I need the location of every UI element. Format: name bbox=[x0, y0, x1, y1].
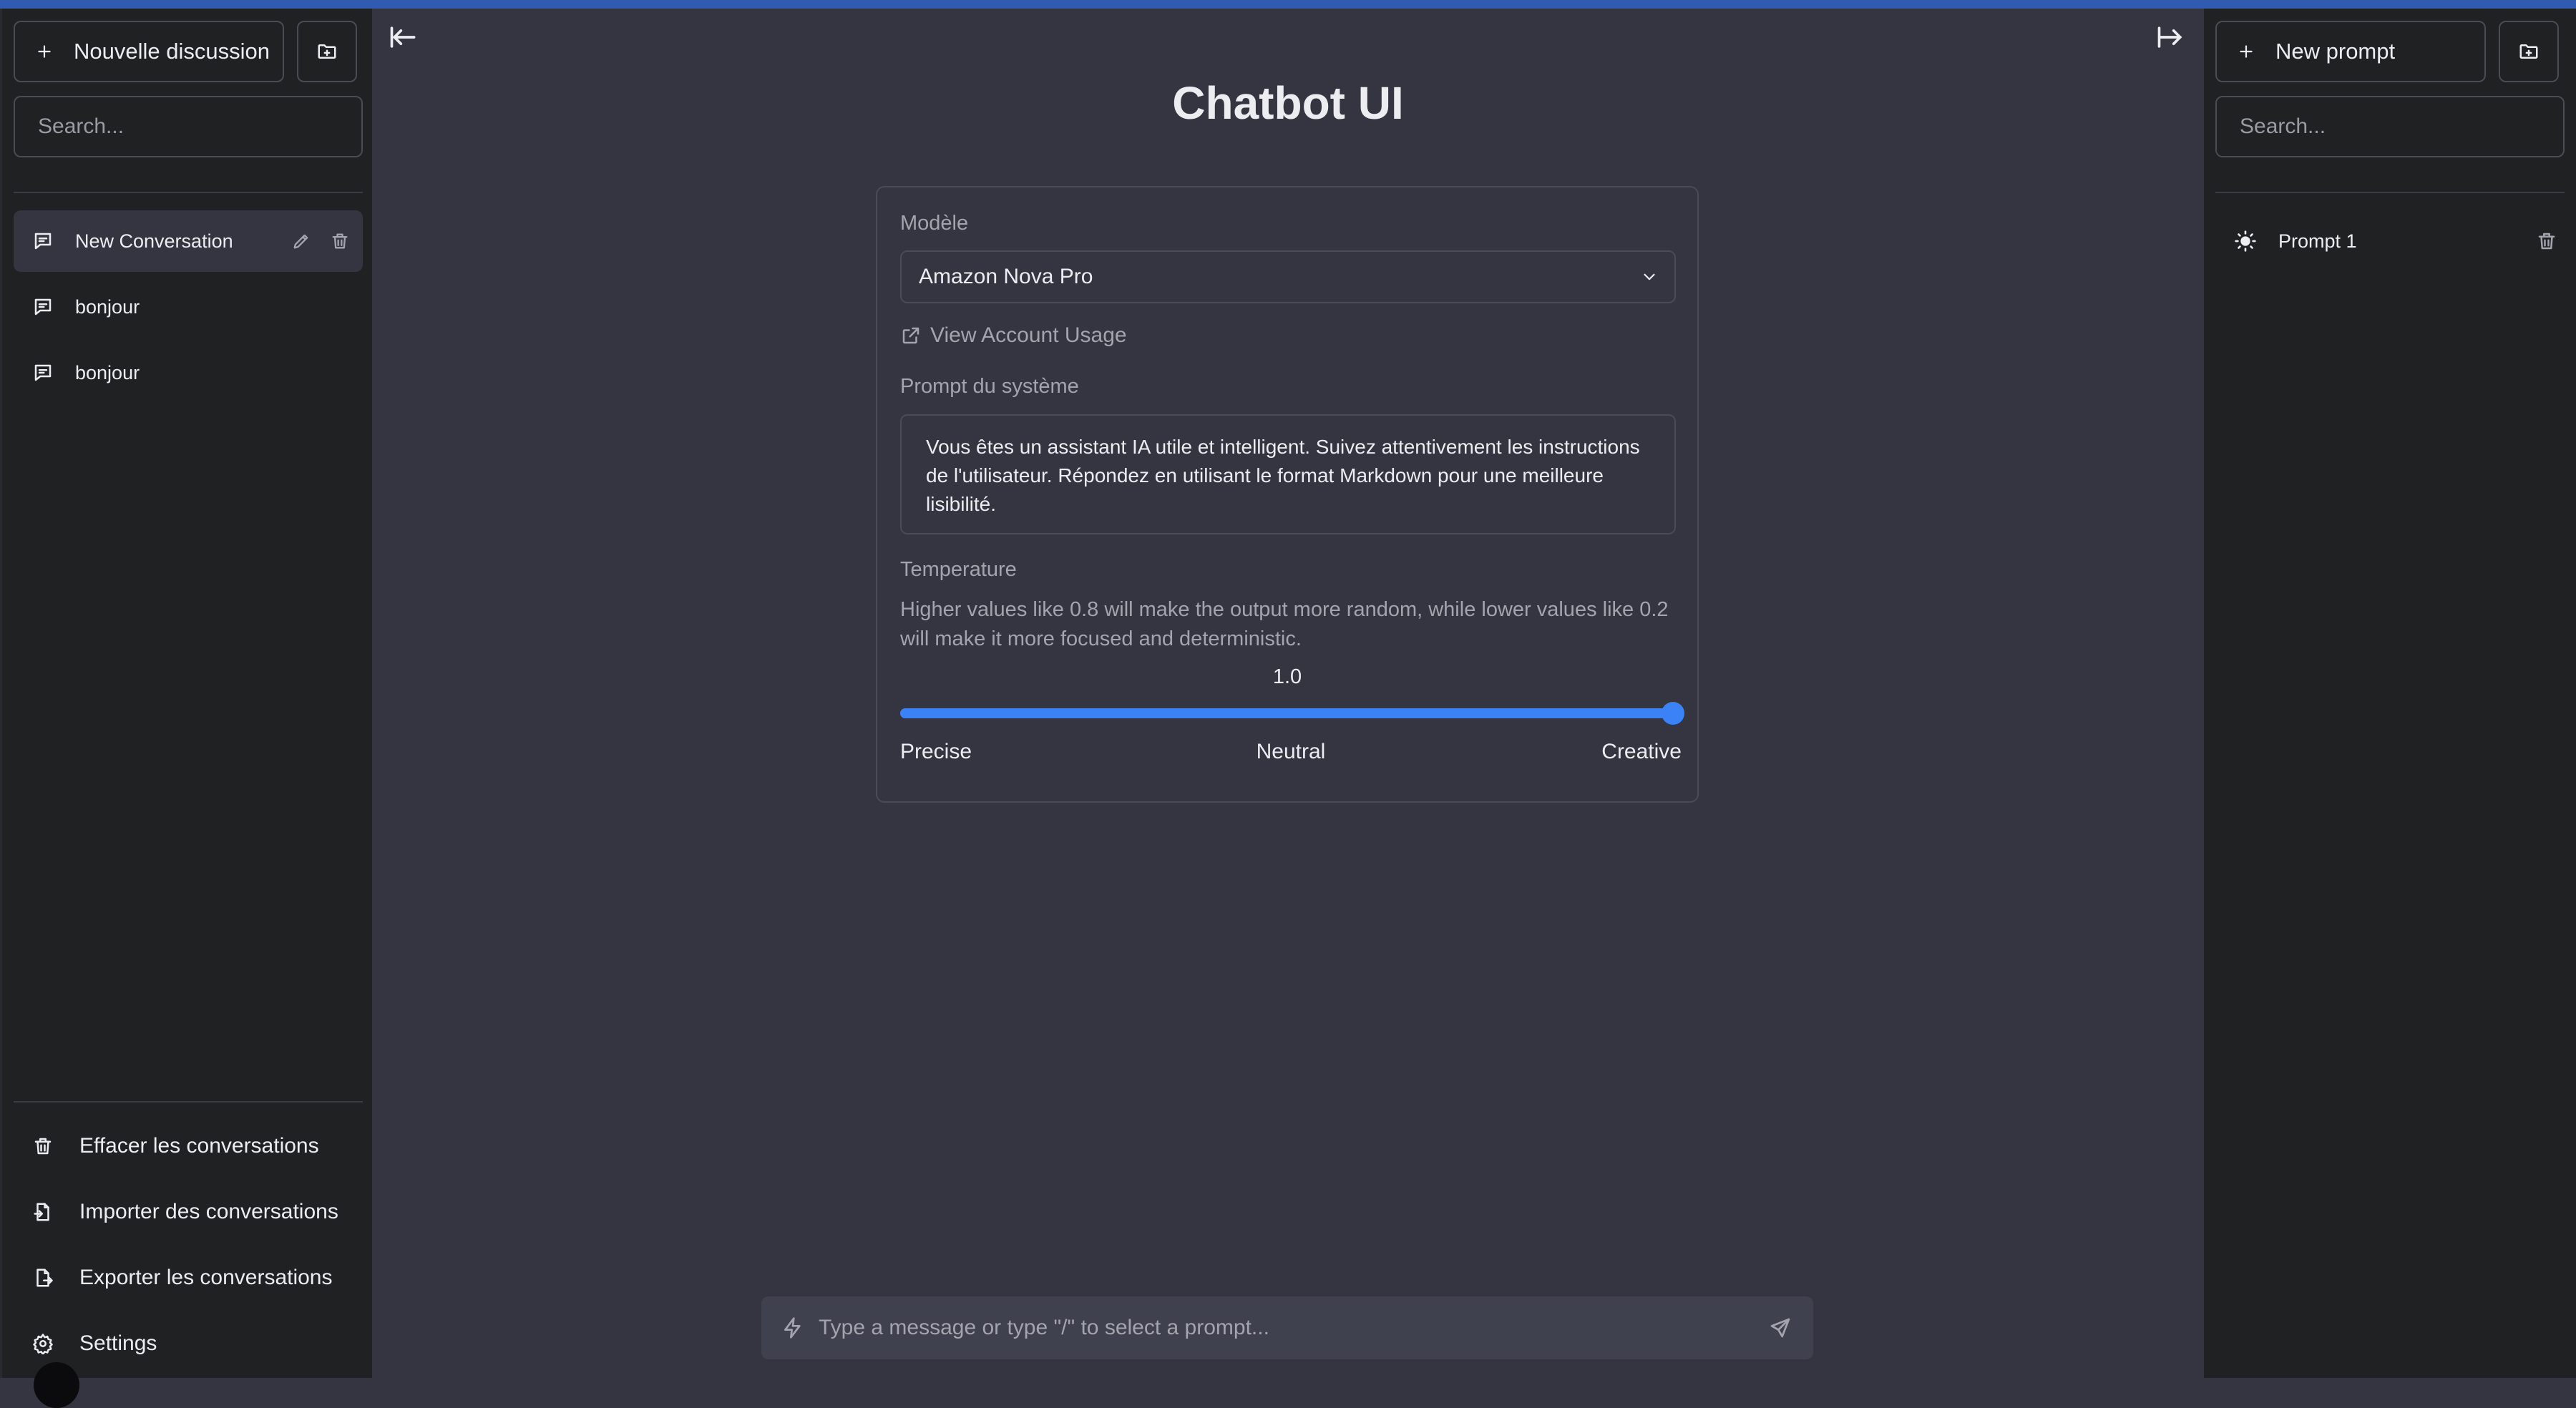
avatar[interactable] bbox=[34, 1362, 79, 1408]
send-icon[interactable] bbox=[1769, 1316, 1792, 1339]
scale-label-precise: Precise bbox=[900, 740, 972, 763]
window-top-bar bbox=[0, 0, 2576, 9]
export-conversations-button[interactable]: Exporter les conversations bbox=[14, 1247, 363, 1309]
divider bbox=[2215, 192, 2565, 193]
conversation-list: New Conversation bonjour bonjour bbox=[14, 210, 363, 408]
chat-main: Chatbot UI Modèle Amazon Nova Pro View A… bbox=[372, 9, 2204, 1378]
lightning-icon[interactable] bbox=[781, 1316, 804, 1339]
system-prompt-textarea[interactable]: Vous êtes un assistant IA utile et intel… bbox=[900, 414, 1676, 534]
new-conversation-button[interactable]: Nouvelle discussion bbox=[14, 21, 284, 82]
model-settings-card: Modèle Amazon Nova Pro View Account Usag… bbox=[876, 186, 1699, 803]
prompt-label: Prompt 1 bbox=[2278, 230, 2357, 252]
scale-label-creative: Creative bbox=[1601, 740, 1682, 763]
collapse-right-sidebar-icon[interactable] bbox=[2155, 21, 2187, 53]
message-icon bbox=[32, 230, 54, 252]
external-link-icon bbox=[900, 325, 922, 346]
file-export-icon bbox=[32, 1267, 54, 1289]
clear-conversations-button[interactable]: Effacer les conversations bbox=[14, 1115, 363, 1177]
divider bbox=[14, 192, 363, 193]
settings-label: Settings bbox=[79, 1331, 157, 1355]
plus-icon bbox=[2237, 42, 2255, 61]
temperature-slider-fill bbox=[900, 708, 1676, 718]
file-import-icon bbox=[32, 1201, 54, 1223]
conversation-item[interactable]: bonjour bbox=[14, 276, 363, 338]
temperature-value: 1.0 bbox=[1272, 665, 1302, 688]
export-conversations-label: Exporter les conversations bbox=[79, 1266, 333, 1289]
pencil-icon[interactable] bbox=[291, 231, 311, 251]
lightbulb-icon bbox=[2234, 230, 2257, 253]
view-account-usage-link[interactable]: View Account Usage bbox=[900, 323, 1127, 348]
trash-icon[interactable] bbox=[330, 231, 350, 251]
chat-input-bar bbox=[761, 1296, 1813, 1359]
model-selected-value: Amazon Nova Pro bbox=[919, 265, 1093, 288]
conversation-actions bbox=[291, 231, 350, 251]
message-icon bbox=[32, 362, 54, 383]
system-prompt-label: Prompt du système bbox=[900, 375, 1079, 398]
trash-icon[interactable] bbox=[2536, 230, 2557, 252]
model-label: Modèle bbox=[900, 212, 969, 235]
app: Nouvelle discussion New Conversation bbox=[0, 9, 2576, 1408]
prompt-sidebar: New prompt Prompt 1 bbox=[2204, 9, 2576, 1378]
prompt-search-input[interactable] bbox=[2215, 96, 2565, 157]
conversation-label: New Conversation bbox=[75, 230, 233, 252]
message-icon bbox=[32, 296, 54, 318]
folder-plus-icon bbox=[316, 41, 338, 62]
new-prompt-folder-button[interactable] bbox=[2499, 21, 2559, 82]
prompt-item[interactable]: Prompt 1 bbox=[2215, 210, 2565, 272]
conversation-sidebar: Nouvelle discussion New Conversation bbox=[0, 9, 372, 1408]
gear-icon bbox=[32, 1333, 54, 1354]
plus-icon bbox=[35, 42, 54, 61]
chat-message-input[interactable] bbox=[819, 1316, 1769, 1340]
collapse-left-sidebar-icon[interactable] bbox=[388, 21, 419, 53]
sidebar-actions: Effacer les conversations Importer des c… bbox=[14, 1115, 363, 1379]
import-conversations-button[interactable]: Importer des conversations bbox=[14, 1181, 363, 1243]
view-account-usage-label: View Account Usage bbox=[930, 323, 1127, 347]
scale-label-neutral: Neutral bbox=[1256, 740, 1326, 763]
conversation-item[interactable]: bonjour bbox=[14, 342, 363, 404]
conversation-item[interactable]: New Conversation bbox=[14, 210, 363, 272]
new-folder-button[interactable] bbox=[297, 21, 357, 82]
conversation-label: bonjour bbox=[75, 361, 140, 383]
model-select[interactable]: Amazon Nova Pro bbox=[900, 250, 1676, 303]
chevron-down-icon bbox=[1640, 268, 1659, 286]
temperature-description: Higher values like 0.8 will make the out… bbox=[900, 598, 1669, 650]
conversation-search-input[interactable] bbox=[14, 96, 363, 157]
temperature-label: Temperature bbox=[900, 558, 1017, 581]
temperature-slider-thumb[interactable] bbox=[1662, 702, 1684, 725]
temperature-slider[interactable] bbox=[900, 702, 1684, 725]
new-prompt-button[interactable]: New prompt bbox=[2215, 21, 2486, 82]
new-prompt-label: New prompt bbox=[2275, 39, 2396, 64]
trash-icon bbox=[32, 1135, 54, 1157]
folder-plus-icon bbox=[2518, 41, 2540, 62]
page-title: Chatbot UI bbox=[1172, 77, 1404, 129]
new-conversation-label: Nouvelle discussion bbox=[74, 39, 270, 64]
divider bbox=[14, 1101, 363, 1103]
clear-conversations-label: Effacer les conversations bbox=[79, 1134, 319, 1158]
conversation-label: bonjour bbox=[75, 295, 140, 318]
import-conversations-label: Importer des conversations bbox=[79, 1200, 338, 1223]
